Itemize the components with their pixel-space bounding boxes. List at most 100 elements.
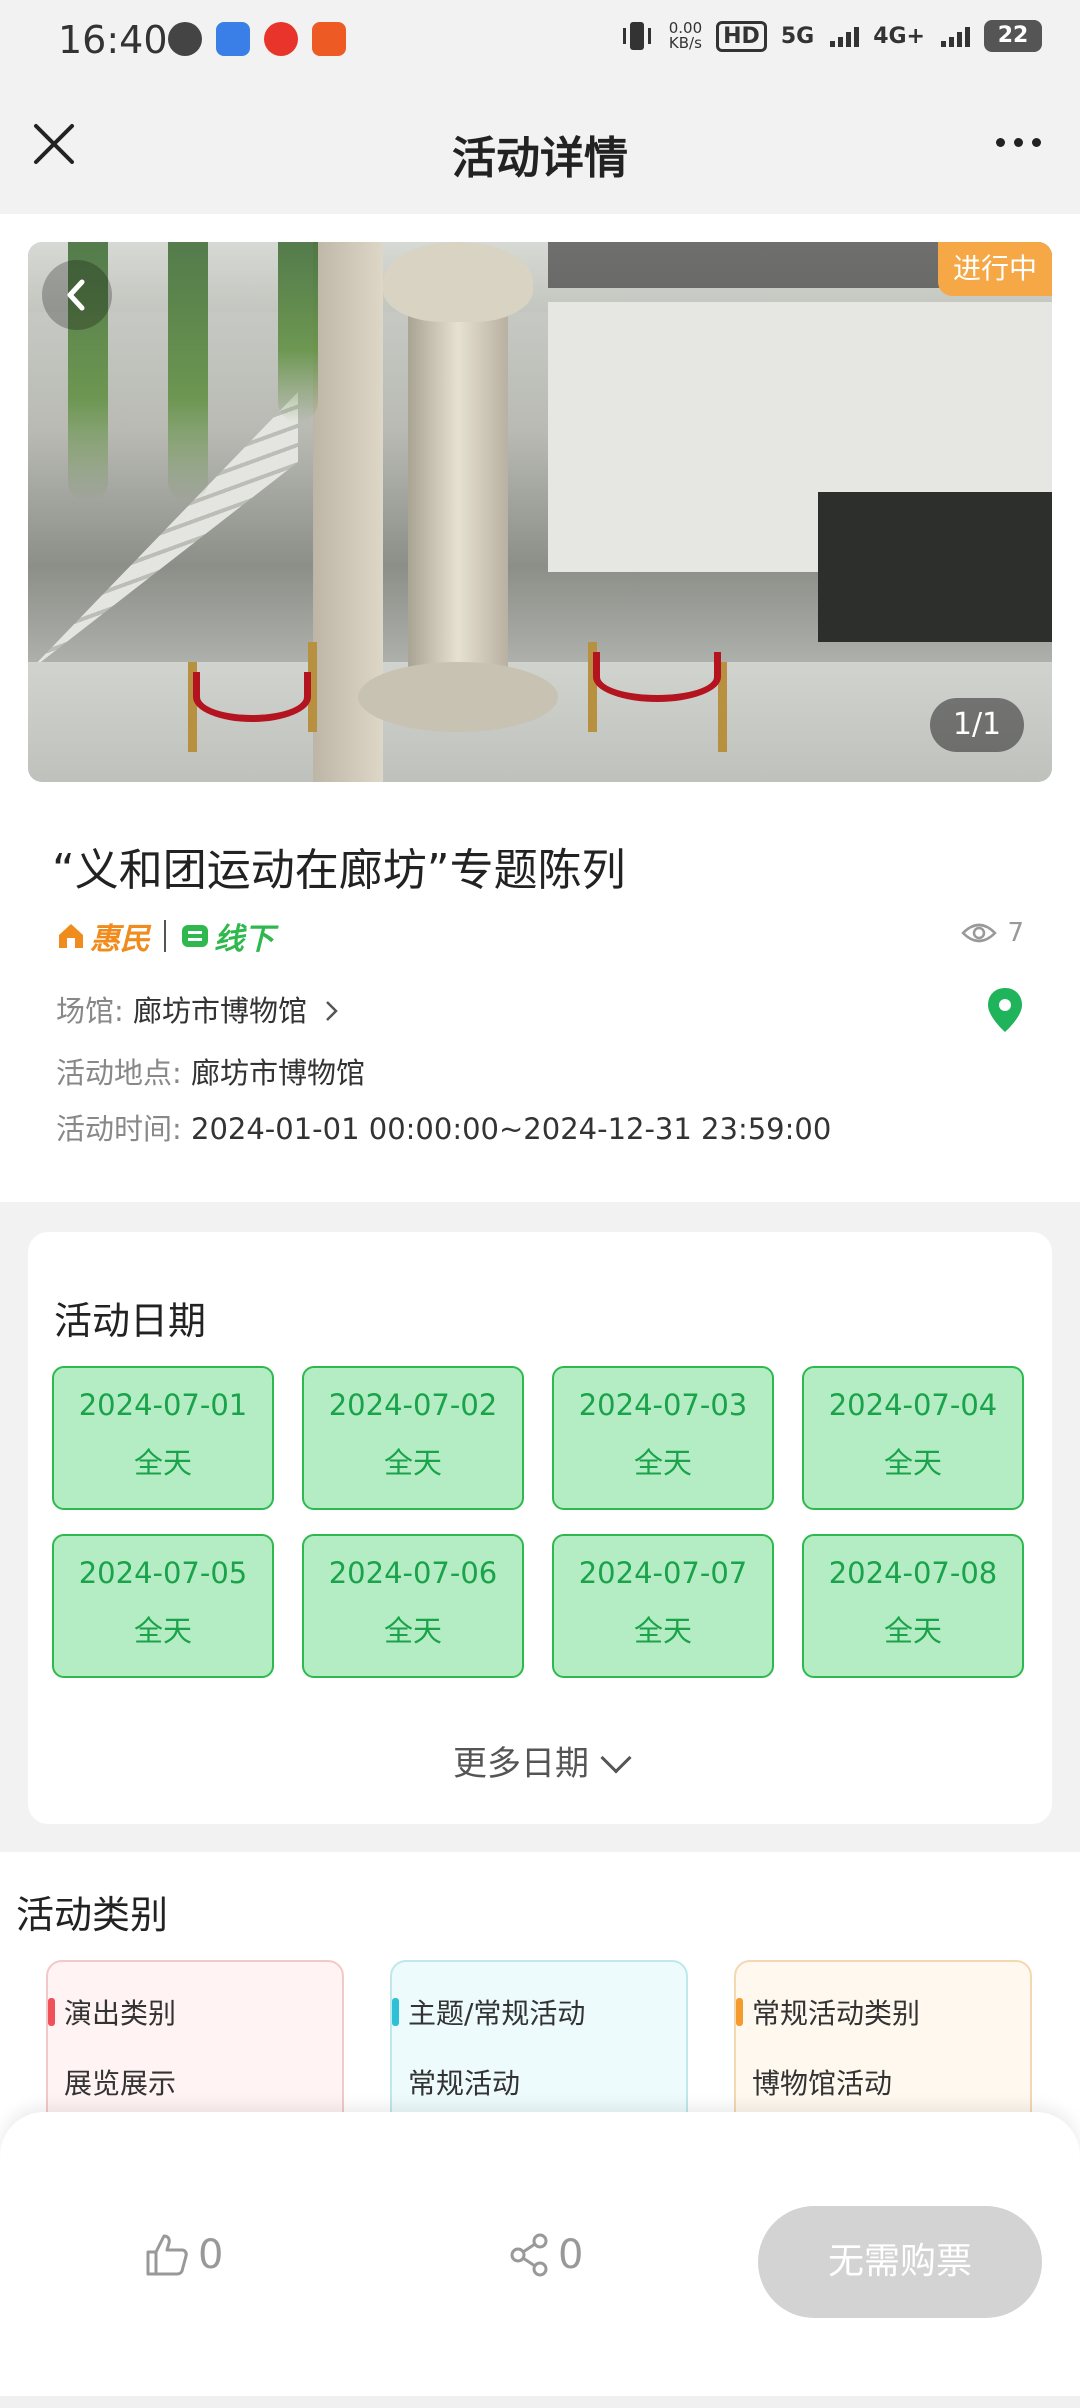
network-4g-label: 4G+ bbox=[873, 23, 925, 49]
offline-icon bbox=[182, 925, 208, 947]
image-counter: 1/1 bbox=[930, 698, 1024, 752]
category-accent-bar bbox=[736, 1998, 743, 2026]
gesture-bar-area bbox=[0, 2396, 1080, 2408]
date-option-date: 2024-07-07 bbox=[578, 1556, 748, 1590]
page-title: 活动详情 bbox=[452, 133, 628, 184]
tag-huimin-label: 惠民 bbox=[90, 922, 150, 957]
status-time: 16:40 bbox=[58, 18, 168, 62]
dates-section-title: 活动日期 bbox=[54, 1299, 207, 1343]
app-notification-icon bbox=[312, 22, 346, 56]
banner-ivy bbox=[168, 242, 208, 502]
more-options-icon[interactable] bbox=[986, 120, 1050, 164]
status-indicators: 0.00 KB/s HD 5G 4G+ 22 bbox=[619, 20, 1042, 52]
banner-doors bbox=[818, 492, 1052, 642]
banner-back-button[interactable] bbox=[42, 260, 112, 330]
date-option-date: 2024-07-03 bbox=[578, 1388, 748, 1422]
venue-label: 场馆: bbox=[56, 994, 124, 1028]
tag-huimin: 惠民 bbox=[56, 914, 150, 958]
tag-divider bbox=[164, 920, 166, 952]
date-option-date: 2024-07-05 bbox=[78, 1556, 248, 1590]
eye-icon bbox=[961, 923, 998, 943]
date-option[interactable]: 2024-07-07 全天 bbox=[552, 1534, 774, 1678]
vibrate-icon bbox=[622, 22, 651, 50]
tag-xianxia: 线下 bbox=[180, 914, 274, 958]
thumbs-up-icon bbox=[146, 2234, 188, 2276]
address-row: 活动地点: 廊坊市博物馆 bbox=[56, 1050, 365, 1092]
status-badge: 进行中 bbox=[938, 242, 1052, 296]
date-option-date: 2024-07-02 bbox=[328, 1388, 498, 1422]
time-value: 2024-01-01 00:00:00~2024-12-31 23:59:00 bbox=[191, 1112, 832, 1146]
date-option-date: 2024-07-06 bbox=[328, 1556, 498, 1590]
chevron-right-icon bbox=[326, 1001, 339, 1021]
venue-link[interactable]: 廊坊市博物馆 bbox=[133, 994, 307, 1028]
category-section-title: 活动类别 bbox=[16, 1893, 169, 1937]
category-accent-bar bbox=[392, 1998, 399, 2026]
date-option[interactable]: 2024-07-08 全天 bbox=[802, 1534, 1024, 1678]
chevron-down-icon bbox=[600, 1742, 632, 1774]
share-count: 0 bbox=[558, 2232, 584, 2278]
dates-list[interactable]: 2024-07-01 全天 2024-07-02 全天 2024-07-03 全天 2… bbox=[52, 1366, 1028, 1678]
notification-icons bbox=[168, 22, 346, 56]
activity-banner-image[interactable]: 进行中 1/1 bbox=[28, 242, 1052, 782]
activity-title: “义和团运动在廊坊”专题陈列 bbox=[52, 845, 626, 896]
hd-badge: HD bbox=[716, 20, 767, 52]
dates-grid: 2024-07-01 全天 2024-07-02 全天 2024-07-03 全天 2… bbox=[52, 1366, 1028, 1678]
date-option-date: 2024-07-08 bbox=[828, 1556, 998, 1590]
date-option[interactable]: 2024-07-05 全天 bbox=[52, 1534, 274, 1678]
date-option-date: 2024-07-04 bbox=[828, 1388, 998, 1422]
signal-bars-icon bbox=[830, 25, 860, 47]
banner-rope bbox=[193, 672, 311, 722]
date-option-slot: 全天 bbox=[633, 1446, 692, 1480]
time-row: 活动时间: 2024-01-01 00:00:00~2024-12-31 23:… bbox=[56, 1106, 831, 1148]
status-bar: 16:40 0.00 KB/s HD 5G 4G+ 22 bbox=[0, 0, 1080, 84]
nav-bar: 活动详情 bbox=[0, 84, 1080, 214]
activity-info-card: 进行中 1/1 “义和团运动在廊坊”专题陈列 惠民 线下 7 场馆: 廊坊市博物… bbox=[0, 214, 1080, 1202]
more-dates-button[interactable]: 更多日期 bbox=[28, 1736, 1052, 1785]
category-key: 常规活动类别 bbox=[752, 1997, 921, 2030]
buy-ticket-button[interactable]: 无需购票 bbox=[758, 2206, 1042, 2318]
address-value: 廊坊市博物馆 bbox=[191, 1056, 366, 1090]
view-count: 7 bbox=[961, 918, 1024, 948]
view-count-value: 7 bbox=[1007, 918, 1024, 948]
date-option[interactable]: 2024-07-04 全天 bbox=[802, 1366, 1024, 1510]
date-option[interactable]: 2024-07-01 全天 bbox=[52, 1366, 274, 1510]
network-speed-unit: KB/s bbox=[668, 34, 702, 52]
date-option-slot: 全天 bbox=[383, 1614, 442, 1648]
house-icon bbox=[59, 924, 83, 948]
weibo-icon bbox=[264, 22, 298, 56]
network-5g-label: 5G bbox=[780, 23, 815, 49]
compass-app-icon bbox=[216, 22, 250, 56]
banner-lotus-capital bbox=[383, 242, 533, 322]
time-label: 活动时间: bbox=[56, 1112, 182, 1146]
like-count: 0 bbox=[198, 2232, 224, 2278]
address-label: 活动地点: bbox=[56, 1056, 182, 1090]
date-option-slot: 全天 bbox=[633, 1614, 692, 1648]
date-option[interactable]: 2024-07-03 全天 bbox=[552, 1366, 774, 1510]
category-accent-bar bbox=[48, 1998, 55, 2026]
date-option[interactable]: 2024-07-06 全天 bbox=[302, 1534, 524, 1678]
venue-row[interactable]: 场馆: 廊坊市博物馆 bbox=[56, 988, 342, 1030]
activity-dates-card: 活动日期 2024-07-01 全天 2024-07-02 全天 2024-07-0… bbox=[28, 1232, 1052, 1824]
like-button[interactable]: 0 bbox=[144, 2232, 223, 2278]
category-value: 博物馆活动 bbox=[752, 2067, 893, 2100]
category-key: 主题/常规活动 bbox=[408, 1997, 586, 2030]
banner-ivy bbox=[278, 242, 318, 422]
tag-xianxia-label: 线下 bbox=[214, 922, 274, 957]
battery-icon: 22 bbox=[984, 20, 1042, 52]
chat-bubble-icon bbox=[168, 22, 202, 56]
date-option-slot: 全天 bbox=[133, 1446, 192, 1480]
more-dates-label: 更多日期 bbox=[453, 1744, 589, 1784]
banner-rope bbox=[593, 652, 721, 702]
date-option-slot: 全天 bbox=[883, 1446, 942, 1480]
category-value: 常规活动 bbox=[408, 2067, 521, 2100]
chevron-left-icon bbox=[67, 279, 85, 311]
share-button[interactable]: 0 bbox=[508, 2232, 583, 2278]
category-value: 展览展示 bbox=[64, 2067, 177, 2100]
share-icon bbox=[510, 2233, 548, 2277]
location-pin-icon[interactable] bbox=[986, 986, 1024, 1034]
banner-column-base bbox=[358, 662, 558, 732]
signal-bars-icon bbox=[941, 25, 970, 47]
date-option-date: 2024-07-01 bbox=[78, 1388, 248, 1422]
date-option[interactable]: 2024-07-02 全天 bbox=[302, 1366, 524, 1510]
date-option-slot: 全天 bbox=[883, 1614, 942, 1648]
